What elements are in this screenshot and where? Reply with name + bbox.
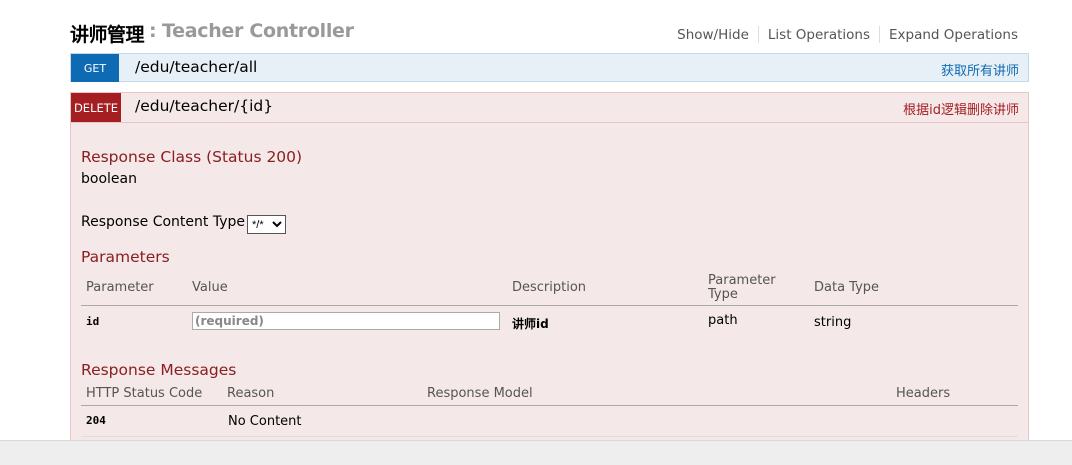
expand-operations-link[interactable]: Expand Operations (889, 27, 1018, 43)
divider (757, 26, 759, 43)
table-row-rule (81, 436, 1018, 437)
param-data-type: string (814, 315, 852, 330)
param-name: id (86, 315, 100, 328)
operation-summary[interactable]: 获取所有讲师 (941, 60, 1019, 79)
col-reason: Reason (227, 386, 275, 401)
response-reason: No Content (228, 414, 302, 429)
param-description: 讲师id (512, 317, 549, 331)
operation-heading[interactable]: DELETE /edu/teacher/{id} 根据id逻辑删除讲师 (71, 93, 1028, 123)
col-description: Description (512, 280, 587, 295)
col-data-type: Data Type (814, 280, 880, 295)
content-type-select[interactable]: */* (247, 215, 286, 234)
col-http-status-code: HTTP Status Code (86, 386, 203, 401)
param-type: path (708, 313, 738, 328)
resource-header: 讲师管理 : Teacher Controller Show/Hide List … (70, 18, 1028, 46)
operation-get-all[interactable]: GET /edu/teacher/all 获取所有讲师 (70, 53, 1029, 82)
operation-delete-by-id: DELETE /edu/teacher/{id} 根据id逻辑删除讲师 Resp… (70, 92, 1029, 454)
parameters-title: Parameters (81, 248, 170, 266)
content-type-label: Response Content Type (81, 214, 245, 230)
operation-path[interactable]: /edu/teacher/all (135, 58, 257, 76)
operation-path[interactable]: /edu/teacher/{id} (135, 97, 273, 115)
col-parameter-type-line1: Parameter (708, 273, 776, 288)
resource-title-cn[interactable]: 讲师管理 (70, 20, 145, 47)
col-value: Value (192, 280, 228, 295)
title-separator: : (149, 20, 157, 42)
operation-summary[interactable]: 根据id逻辑删除讲师 (903, 99, 1019, 118)
response-class-value: boolean (81, 171, 137, 187)
col-parameter-type-line2: Type (708, 287, 738, 302)
response-class-title: Response Class (Status 200) (81, 148, 303, 166)
param-id-input[interactable] (192, 312, 500, 330)
resource-title-en[interactable]: Teacher Controller (162, 20, 354, 42)
response-messages-title: Response Messages (81, 361, 237, 379)
col-headers: Headers (896, 386, 951, 401)
http-method-badge[interactable]: DELETE (71, 93, 121, 122)
show-hide-link[interactable]: Show/Hide (677, 27, 749, 43)
col-response-model: Response Model (427, 386, 533, 401)
list-operations-link[interactable]: List Operations (768, 27, 870, 43)
horizontal-scrollbar[interactable] (0, 440, 1072, 465)
col-parameter: Parameter (86, 280, 154, 295)
http-method-badge[interactable]: GET (71, 54, 119, 82)
resource-actions: Show/Hide List Operations Expand Operation… (677, 26, 1018, 43)
table-header-rule (81, 405, 1018, 406)
table-header-rule (81, 305, 1018, 306)
divider (879, 26, 880, 43)
response-code: 204 (86, 414, 106, 427)
